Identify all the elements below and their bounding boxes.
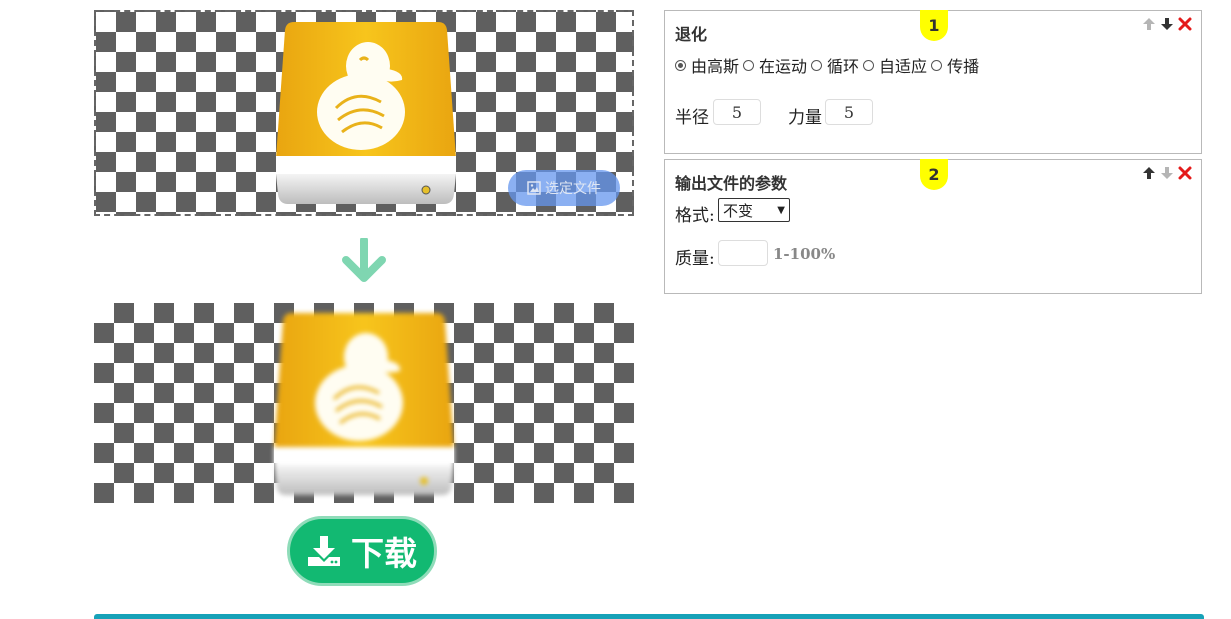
step-badge: 1 [920,10,948,41]
select-file-label: 选定文件 [545,181,601,197]
radio-option-adaptive[interactable]: 自适应 [863,53,927,77]
quality-label: 质量: [675,249,715,269]
radio-label: 循环 [827,57,860,76]
radio-label: 在运动 [759,57,808,76]
download-label: 下载 [351,534,417,573]
quality-hint: 1-100% [773,245,836,263]
radio-label: 由高斯 [691,57,740,76]
select-file-button[interactable]: 选定文件 [508,170,620,206]
input-image-preview[interactable]: 选定文件 [94,10,634,216]
drive-app-icon [276,22,456,204]
radio-button[interactable] [863,59,875,71]
image-file-icon [527,181,541,195]
delete-icon[interactable] [1177,165,1193,181]
chevron-down-icon: ▼ [777,204,785,216]
format-selected-value: 不变 [723,201,754,220]
step-badge: 2 [920,159,948,190]
radio-button[interactable] [743,59,755,71]
move-down-icon[interactable] [1159,16,1175,32]
radio-button[interactable] [931,59,943,71]
degrade-panel: 1 退化 由高斯 在运动 循环 自适应 传播 半径 5 力量 5 [664,10,1202,154]
radio-label: 传播 [947,57,980,76]
format-select[interactable]: 不变 ▼ [718,198,790,222]
download-icon [308,536,340,566]
format-label: 格式: [675,206,715,226]
panel-controls [1141,165,1193,181]
move-up-icon[interactable] [1141,165,1157,181]
arrow-down-icon [342,238,386,282]
panel-title: 输出文件的参数 [675,174,788,193]
strength-label: 力量 [788,108,822,128]
radio-option-circular[interactable]: 循环 [811,53,859,77]
panel-controls [1141,16,1193,32]
output-image-preview [94,303,634,503]
radius-input[interactable]: 5 [713,99,761,125]
degrade-type-options: 由高斯 在运动 循环 自适应 传播 [675,53,983,77]
strength-input[interactable]: 5 [825,99,873,125]
panel-title: 退化 [675,25,708,44]
move-down-icon[interactable] [1159,165,1175,181]
radio-button[interactable] [811,59,823,71]
move-up-icon[interactable] [1141,16,1157,32]
output-params-panel: 2 输出文件的参数 格式: 不变 ▼ 质量: 1-100% [664,159,1202,294]
radio-option-spread[interactable]: 传播 [931,53,979,77]
download-button[interactable]: 下载 [287,516,437,586]
radio-button[interactable] [675,59,686,71]
drive-app-icon-blurred [274,313,454,495]
radio-option-motion[interactable]: 在运动 [743,53,807,77]
radio-label: 自适应 [879,57,928,76]
radio-option-gaussian[interactable]: 由高斯 [675,53,739,77]
radius-label: 半径 [675,108,709,128]
quality-input[interactable] [718,240,768,266]
delete-icon[interactable] [1177,16,1193,32]
bottom-bar [94,614,1204,619]
